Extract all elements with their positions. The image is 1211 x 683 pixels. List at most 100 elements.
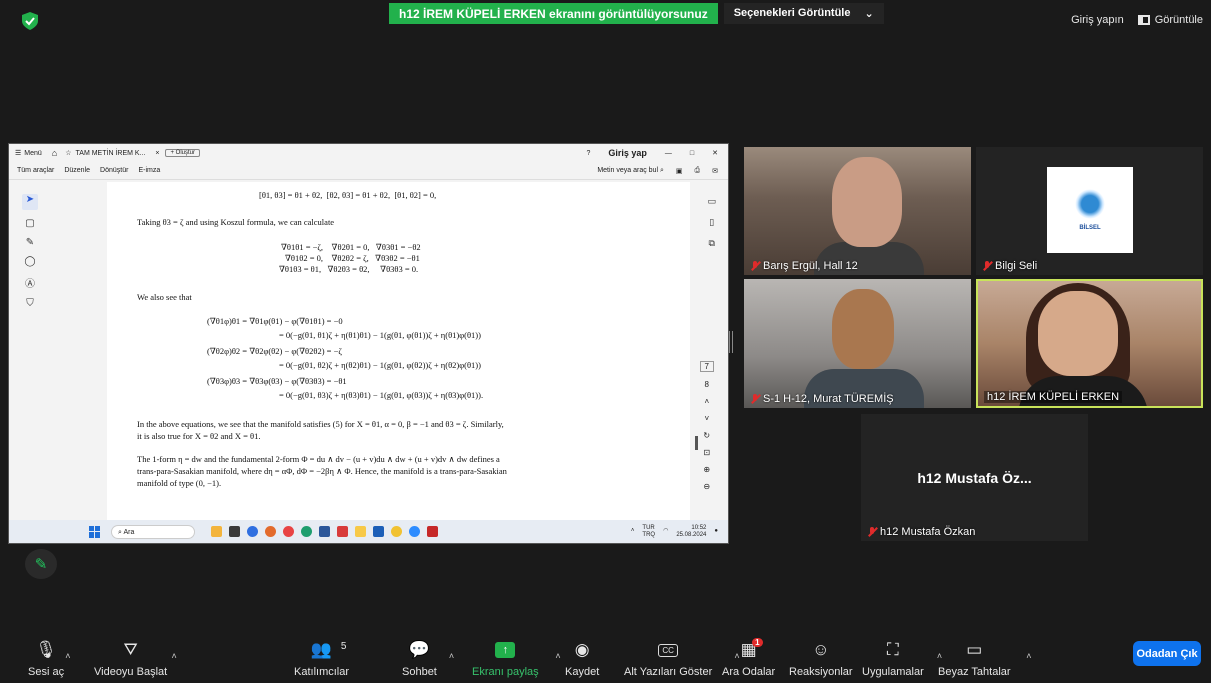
time: 10:52 <box>691 524 707 531</box>
breakout-badge: 1 <box>752 638 763 647</box>
signin-button[interactable]: Giriş yapın <box>1071 14 1124 26</box>
equation-line: ∇θ1θ2 = 0, ∇θ2θ2 = ζ, ∇θ3θ2 = −θ1 <box>285 253 420 263</box>
equation-line: (∇θ3φ)θ3 = ∇θ3φ(θ3) − φ(∇θ3θ3) = −θ1 <box>207 376 347 386</box>
chevron-down-icon: ⌄ <box>864 8 874 20</box>
chat-button[interactable]: 💬 ˄ Sohbet <box>402 638 454 678</box>
copy-icon[interactable]: ⧉ <box>709 238 715 249</box>
pdf-signin-button[interactable]: Giriş yap <box>608 148 647 158</box>
zoom-out-icon[interactable]: ⊖ <box>703 482 710 491</box>
minimize-icon[interactable]: — <box>665 150 672 157</box>
star-icon[interactable]: ☆ <box>65 149 71 157</box>
app-icon[interactable] <box>409 526 420 537</box>
right-tools: ▭ ▯ ⧉ <box>707 196 716 249</box>
share-screen-button[interactable]: ↑ ˄ Ekranı paylaş <box>472 638 561 678</box>
resize-handle[interactable] <box>729 331 733 353</box>
video-tile[interactable]: Barış Ergül, Hall 12 <box>744 147 971 275</box>
app-icon[interactable] <box>355 526 366 537</box>
scrollbar[interactable] <box>695 436 698 450</box>
app-icon[interactable] <box>283 526 294 537</box>
participants-button[interactable]: 👥 5 Katılımcılar <box>294 638 349 678</box>
save-icon[interactable]: ▣ <box>676 167 683 175</box>
rotate-icon[interactable]: ↻ <box>703 431 710 440</box>
captions-button[interactable]: CC ˄ Alt Yazıları Göster <box>624 638 740 678</box>
zoom-in-icon[interactable]: ⊕ <box>703 465 710 474</box>
current-page[interactable]: 7 <box>699 361 714 372</box>
shield-icon[interactable] <box>22 12 38 30</box>
text-tool-icon[interactable]: Ⓐ <box>25 275 35 290</box>
video-tile[interactable]: BİLSEL Bilgi Seli <box>976 147 1203 275</box>
text-line: trans-para-Sasakian manifold, where dη =… <box>137 466 507 476</box>
unmute-button[interactable]: 🎙 ˄ Sesi aç <box>28 638 71 678</box>
pdf-toolbar: Tüm araçlar Düzenle Dönüştür E-imza Meti… <box>9 162 728 180</box>
video-tile[interactable]: h12 Mustafa Öz... h12 Mustafa Özkan <box>861 414 1088 541</box>
whiteboards-button[interactable]: ▭ ˄ Beyaz Tahtalar <box>938 638 1032 678</box>
app-icon[interactable] <box>337 526 348 537</box>
chevron-up-icon[interactable]: ˄ <box>631 528 635 535</box>
start-video-button[interactable]: ⛛ ˄ Videoyu Başlat <box>94 638 177 678</box>
app-icon[interactable] <box>391 526 402 537</box>
home-icon[interactable]: ⌂ <box>52 148 57 158</box>
equation-line: (∇θ1φ)θ1 = ∇θ1φ(θ1) − φ(∇θ1θ1) = −0 <box>207 316 343 326</box>
apps-button[interactable]: ⛶ ˄ Uygulamalar <box>862 638 942 678</box>
close-tab-icon[interactable]: × <box>155 150 159 157</box>
cursor-tool-icon[interactable]: ➤ <box>22 194 38 210</box>
notification-icon[interactable]: ● <box>714 528 718 535</box>
breakout-rooms-label: Ara Odalar <box>722 666 776 678</box>
help-icon[interactable]: ? <box>586 150 590 157</box>
video-tile-active-speaker[interactable]: h12 İREM KÜPELİ ERKEN <box>976 279 1203 408</box>
layout-icon <box>1137 15 1150 25</box>
app-icon[interactable] <box>373 526 384 537</box>
document-tab[interactable]: ☆ TAM METİN İREM K... × <box>65 149 159 158</box>
windows-start-icon[interactable] <box>89 525 101 538</box>
breakout-rooms-button[interactable]: ▦ 1 Ara Odalar <box>722 638 775 678</box>
create-button[interactable]: + Oluştur <box>165 149 200 157</box>
menu-label[interactable]: Menü <box>24 150 42 157</box>
toolbar-convert[interactable]: Dönüştür <box>100 167 128 174</box>
organize-icon[interactable]: ▯ <box>709 217 714 228</box>
view-options-button[interactable]: Seçenekleri Görüntüle ⌄ <box>723 3 884 24</box>
app-icon[interactable] <box>247 526 258 537</box>
taskbar-apps <box>211 526 438 537</box>
toolbar-esign[interactable]: E-imza <box>138 167 160 174</box>
comment-icon[interactable]: ▭ <box>707 196 716 207</box>
app-icon[interactable] <box>427 526 438 537</box>
video-tile[interactable]: S-1 H-12, Murat TÜREMİŞ <box>744 279 971 408</box>
lang-layout: TRQ <box>642 531 656 538</box>
close-icon[interactable]: ✕ <box>712 149 718 157</box>
page-down-icon[interactable]: ˅ <box>704 414 709 423</box>
app-icon[interactable] <box>265 526 276 537</box>
maximize-icon[interactable]: □ <box>690 150 694 157</box>
fit-page-icon[interactable]: ⊡ <box>703 448 710 457</box>
mail-icon[interactable]: ✉ <box>712 167 718 175</box>
chat-label: Sohbet <box>402 666 437 678</box>
language-indicator[interactable]: TUR TRQ <box>642 525 655 539</box>
participant-name: Bilgi Seli <box>995 260 1038 272</box>
view-button[interactable]: Görüntüle <box>1137 14 1203 26</box>
app-icon[interactable] <box>229 526 240 537</box>
share-screen-icon: ↑ <box>495 642 516 658</box>
comment-tool-icon[interactable]: ▢ <box>25 218 34 229</box>
participant-name: h12 Mustafa Özkan <box>880 526 976 538</box>
reactions-label: Reaksiyonlar <box>789 666 853 678</box>
pen-tool-icon[interactable]: ✎ <box>26 237 34 248</box>
clock[interactable]: 10:52 25.08.2024 <box>676 525 706 539</box>
reactions-button[interactable]: ☺ Reaksiyonlar <box>789 638 853 678</box>
app-icon[interactable] <box>301 526 312 537</box>
wifi-icon[interactable]: ◠ <box>663 528 668 535</box>
leave-meeting-button[interactable]: Odadan Çık <box>1133 641 1201 666</box>
lasso-tool-icon[interactable]: ◯ <box>24 256 35 267</box>
record-button[interactable]: ◉ Kaydet <box>565 638 599 678</box>
stamp-tool-icon[interactable]: ⛉ <box>26 298 34 309</box>
page-up-icon[interactable]: ˄ <box>704 397 709 406</box>
find-tool[interactable]: Metin veya araç bul ⌕ <box>597 167 664 175</box>
app-icon[interactable] <box>211 526 222 537</box>
toolbar-all-tools[interactable]: Tüm araçlar <box>17 167 54 174</box>
toolbar-right: Metin veya araç bul ⌕ ▣ ⎙ ✉ <box>597 167 728 175</box>
print-icon[interactable]: ⎙ <box>695 167 701 175</box>
menu-icon[interactable]: ☰ <box>15 149 21 157</box>
taskbar-search[interactable]: ⌕ Ara <box>111 524 195 539</box>
app-icon[interactable] <box>319 526 330 537</box>
toolbar-edit[interactable]: Düzenle <box>64 167 90 174</box>
equation-line: ∇θ1θ3 = θ1, ∇θ2θ3 = θ2, ∇θ3θ3 = 0. <box>279 264 419 274</box>
annotate-pen-icon[interactable]: ✎ <box>25 549 57 579</box>
